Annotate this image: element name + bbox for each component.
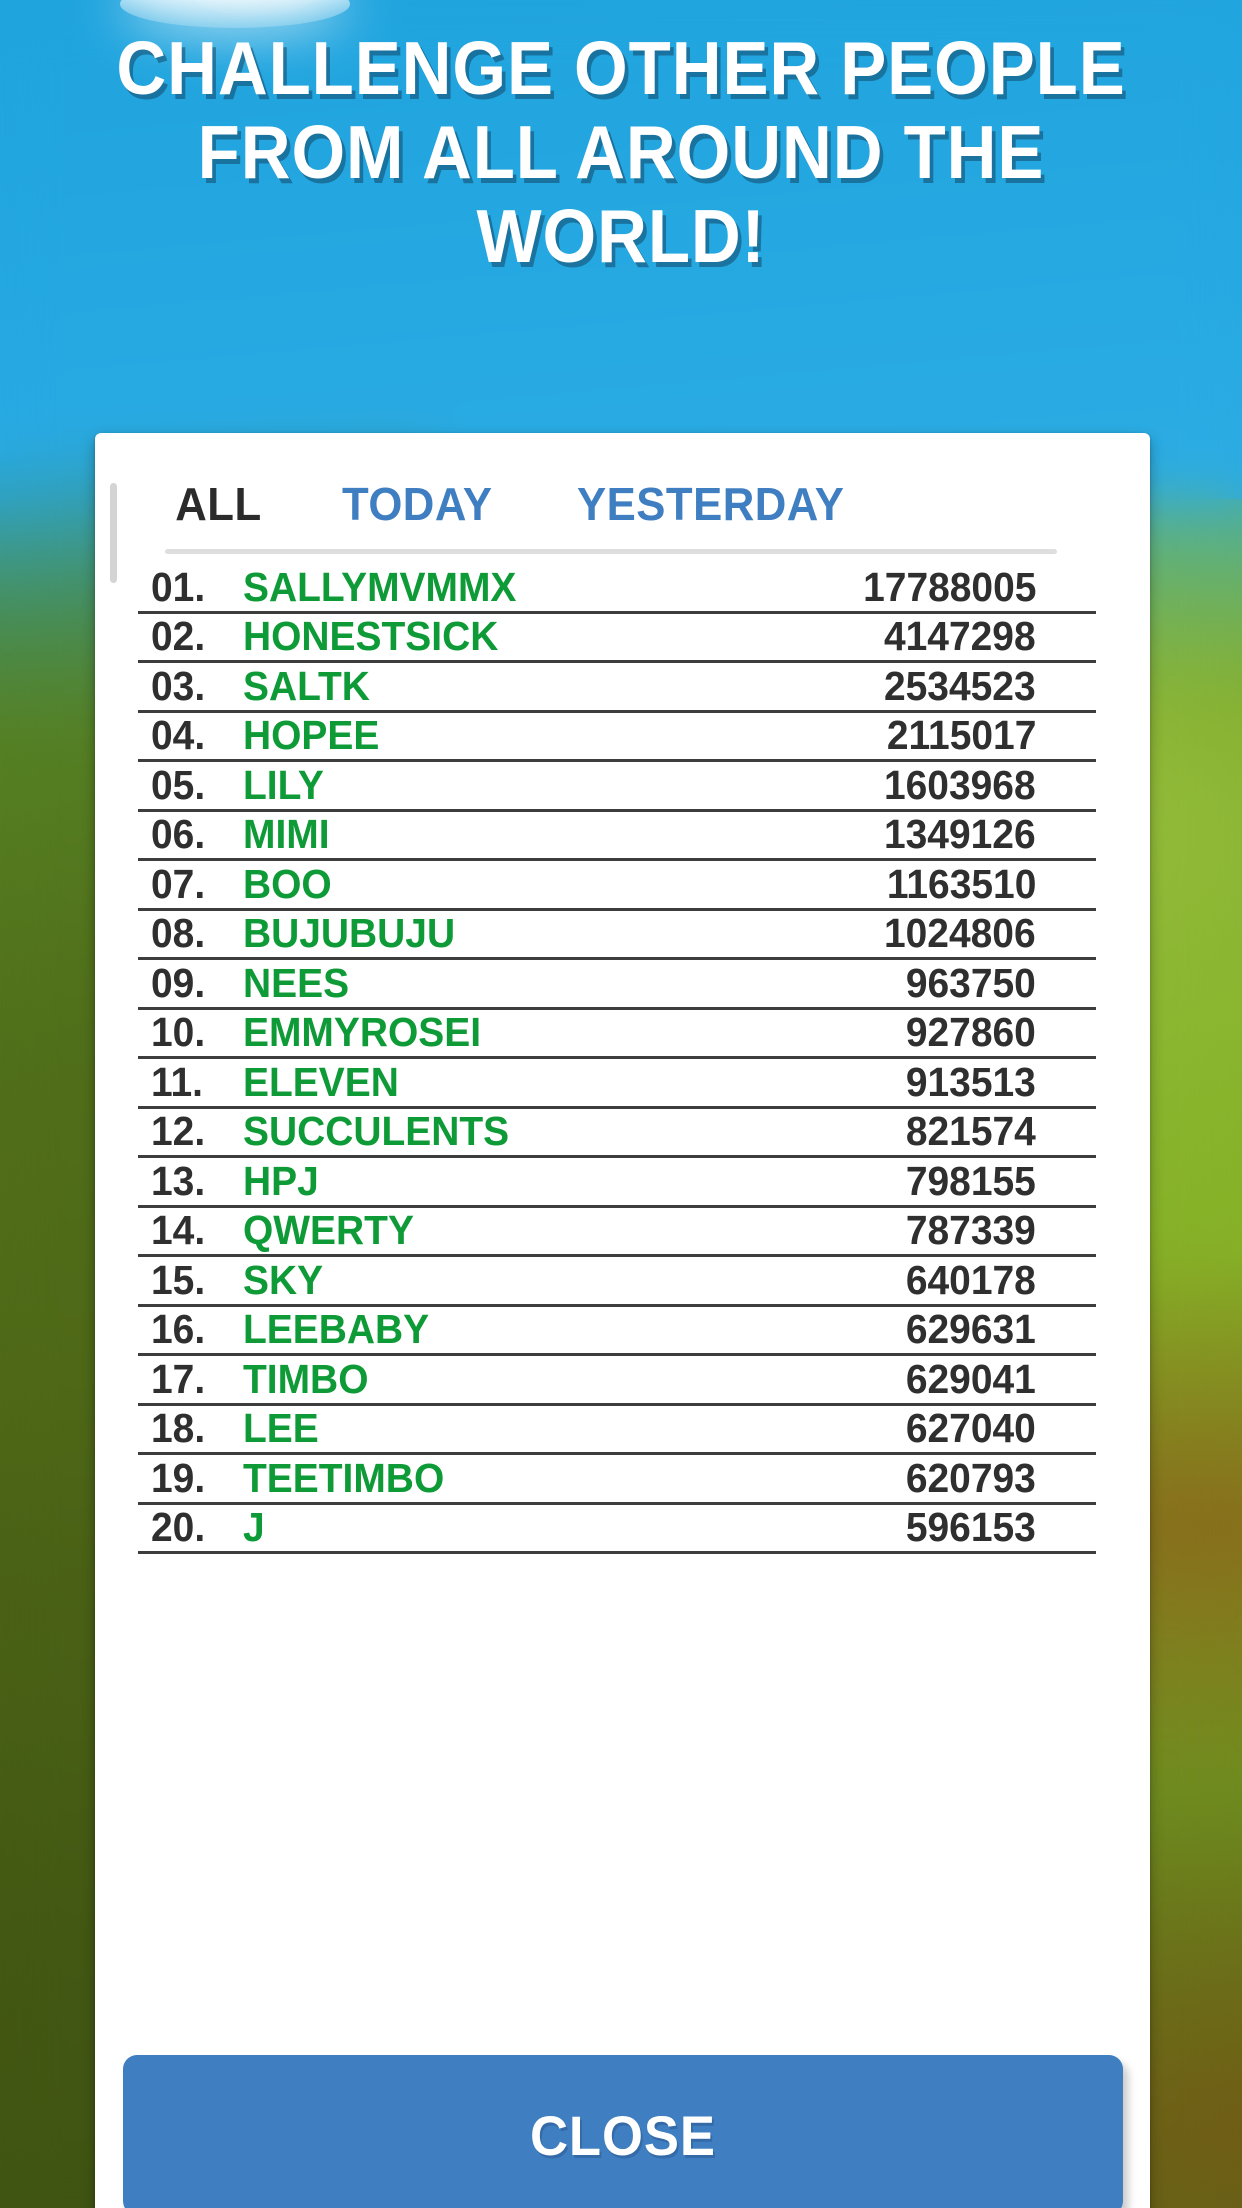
table-row[interactable]: 20. J 596153 [138,1504,1096,1554]
player-name: SALLYMVMMX [243,563,517,610]
table-row[interactable]: 16. LEEBABY 629631 [138,1306,1096,1356]
player-name: QWERTY [243,1207,414,1254]
headline-line-3: WORLD! [476,194,766,278]
table-row[interactable]: 07. BOO 1163510 [138,861,1096,911]
table-row[interactable]: 18. LEE 627040 [138,1405,1096,1455]
rank-number: 19. [151,1454,206,1501]
rank-number: 12. [151,1108,206,1155]
tab-all[interactable]: ALL [175,477,261,531]
rank-number: 17. [151,1355,206,1402]
table-row[interactable]: 09. NEES 963750 [138,960,1096,1010]
player-score: 1349126 [884,811,1036,858]
player-name: SKY [243,1256,324,1303]
player-name: EMMYROSEI [243,1009,482,1056]
player-score: 627040 [906,1405,1036,1452]
player-score: 798155 [906,1157,1036,1204]
player-score: 2534523 [884,662,1036,709]
rank-number: 04. [151,712,206,759]
player-name: LEEBABY [243,1306,430,1353]
player-name: LILY [243,761,324,808]
player-name: TIMBO [243,1355,369,1402]
leaderboard-list: 01. SALLYMVMMX 17788005 02. HONESTSICK 414729… [95,564,1150,1554]
player-score: 17788005 [862,563,1036,610]
rank-number: 16. [151,1306,206,1353]
rank-number: 18. [151,1405,206,1452]
player-score: 640178 [906,1256,1036,1303]
headline-line-1: CHALLENGE OTHER PEOPLE [116,26,1126,110]
rank-number: 11. [151,1058,203,1105]
table-row[interactable]: 19. TEETIMBO 620793 [138,1455,1096,1505]
player-score: 1024806 [884,910,1036,957]
table-row[interactable]: 02. HONESTSICK 4147298 [138,613,1096,663]
table-row[interactable]: 05. LILY 1603968 [138,762,1096,812]
player-score: 821574 [906,1108,1036,1155]
tab-bar: ALL TODAY YESTERDAY [95,471,1150,537]
player-name: LEE [243,1405,319,1452]
rank-number: 02. [151,613,206,660]
player-name: BUJUBUJU [243,910,456,957]
table-row[interactable]: 06. MIMI 1349126 [138,811,1096,861]
player-name: NEES [243,959,350,1006]
close-button-label: CLOSE [529,2103,717,2167]
table-row[interactable]: 04. HOPEE 2115017 [138,712,1096,762]
table-row[interactable]: 15. SKY 640178 [138,1257,1096,1307]
rank-number: 03. [151,662,206,709]
rank-number: 05. [151,761,206,808]
player-score: 2115017 [886,712,1036,759]
tab-divider [165,549,1057,554]
table-row[interactable]: 08. BUJUBUJU 1024806 [138,910,1096,960]
tab-today[interactable]: TODAY [342,477,493,531]
player-score: 4147298 [884,613,1036,660]
rank-number: 13. [151,1157,206,1204]
table-row[interactable]: 14. QWERTY 787339 [138,1207,1096,1257]
table-row[interactable]: 13. HPJ 798155 [138,1158,1096,1208]
player-score: 629631 [906,1306,1036,1353]
player-name: HOPEE [243,712,380,759]
rank-number: 06. [151,811,206,858]
player-score: 629041 [906,1355,1036,1402]
rank-number: 01. [151,563,206,610]
table-row[interactable]: 17. TIMBO 629041 [138,1356,1096,1406]
headline-line-2: FROM ALL AROUND THE [197,110,1045,194]
player-name: HONESTSICK [243,613,499,660]
rank-number: 10. [151,1009,206,1056]
rank-number: 15. [151,1256,206,1303]
player-name: J [243,1504,265,1551]
player-name: HPJ [243,1157,319,1204]
player-name: SUCCULENTS [243,1108,510,1155]
player-name: SALTK [243,662,370,709]
player-score: 787339 [906,1207,1036,1254]
player-name: ELEVEN [243,1058,399,1105]
rank-number: 14. [151,1207,206,1254]
player-score: 1603968 [884,761,1036,808]
rank-number: 08. [151,910,206,957]
table-row[interactable]: 12. SUCCULENTS 821574 [138,1108,1096,1158]
player-score: 596153 [906,1504,1036,1551]
table-row[interactable]: 01. SALLYMVMMX 17788005 [138,564,1096,614]
close-button[interactable]: CLOSE [123,2055,1123,2208]
table-row[interactable]: 11. ELEVEN 913513 [138,1059,1096,1109]
player-score: 913513 [906,1058,1036,1105]
player-name: MIMI [243,811,330,858]
page-title: CHALLENGE OTHER PEOPLE FROM ALL AROUND T… [50,26,1193,278]
player-score: 620793 [906,1454,1036,1501]
leaderboard-card: ALL TODAY YESTERDAY 01. SALLYMVMMX 1778800… [95,433,1150,2208]
rank-number: 07. [151,860,206,907]
player-score: 1163510 [886,860,1036,907]
rank-number: 09. [151,959,206,1006]
tab-yesterday[interactable]: YESTERDAY [577,477,844,531]
table-row[interactable]: 03. SALTK 2534523 [138,663,1096,713]
player-name: TEETIMBO [243,1454,445,1501]
rank-number: 20. [151,1504,206,1551]
table-row[interactable]: 10. EMMYROSEI 927860 [138,1009,1096,1059]
player-score: 963750 [906,959,1036,1006]
player-score: 927860 [906,1009,1036,1056]
player-name: BOO [243,860,332,907]
